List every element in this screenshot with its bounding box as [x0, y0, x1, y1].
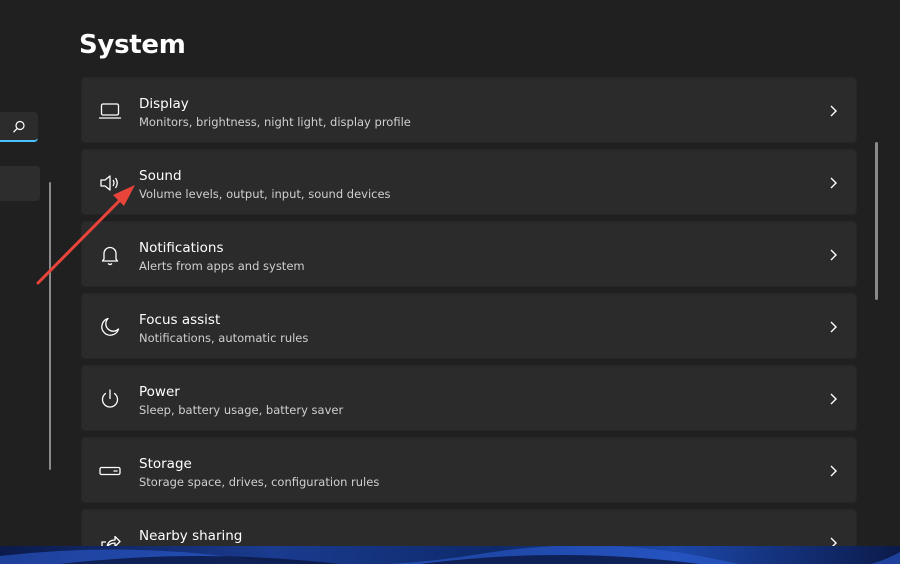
settings-item-notifications[interactable]: Notifications Alerts from apps and syste… [81, 221, 857, 287]
chevron-right-icon [830, 537, 837, 546]
moon-icon [101, 317, 120, 336]
chevron-right-icon [830, 105, 837, 117]
page-title: System [79, 30, 186, 60]
chevron-right-icon [830, 393, 837, 405]
sidebar-item-selected[interactable] [0, 166, 40, 201]
settings-item-power[interactable]: Power Sleep, battery usage, battery save… [81, 365, 857, 431]
settings-item-subtitle: Volume levels, output, input, sound devi… [139, 187, 391, 201]
bell-icon [101, 246, 119, 266]
settings-item-nearby-sharing[interactable]: Nearby sharing [81, 509, 857, 546]
settings-item-title: Power [139, 384, 180, 400]
settings-item-title: Nearby sharing [139, 528, 243, 544]
search-icon [13, 120, 25, 133]
power-icon [101, 389, 119, 408]
settings-item-sound[interactable]: Sound Volume levels, output, input, soun… [81, 149, 857, 215]
settings-item-title: Sound [139, 168, 182, 184]
settings-item-focus-assist[interactable]: Focus assist Notifications, automatic ru… [81, 293, 857, 359]
storage-icon [99, 466, 121, 476]
sidebar-scrollbar[interactable] [49, 182, 51, 470]
settings-item-subtitle: Alerts from apps and system [139, 259, 305, 273]
chevron-right-icon [830, 321, 837, 333]
desktop-wallpaper [0, 546, 900, 564]
settings-item-title: Notifications [139, 240, 224, 256]
chevron-right-icon [830, 465, 837, 477]
content-scrollbar[interactable] [875, 142, 878, 300]
speaker-icon [100, 175, 118, 191]
settings-item-title: Display [139, 96, 189, 112]
settings-item-title: Storage [139, 456, 192, 472]
settings-item-display[interactable]: Display Monitors, brightness, night ligh… [81, 77, 857, 143]
settings-item-title: Focus assist [139, 312, 221, 328]
settings-item-storage[interactable]: Storage Storage space, drives, configura… [81, 437, 857, 503]
settings-item-subtitle: Notifications, automatic rules [139, 331, 309, 345]
settings-list: Display Monitors, brightness, night ligh… [81, 77, 857, 546]
monitor-icon [98, 103, 122, 119]
settings-item-subtitle: Monitors, brightness, night light, displ… [139, 115, 411, 129]
search-input[interactable] [0, 112, 38, 142]
settings-item-subtitle: Sleep, battery usage, battery saver [139, 403, 344, 417]
share-icon [101, 535, 121, 546]
settings-item-subtitle: Storage space, drives, configuration rul… [139, 475, 380, 489]
chevron-right-icon [830, 177, 837, 189]
settings-window: System Display Monitors, brightness, nig… [0, 0, 882, 546]
chevron-right-icon [830, 249, 837, 261]
